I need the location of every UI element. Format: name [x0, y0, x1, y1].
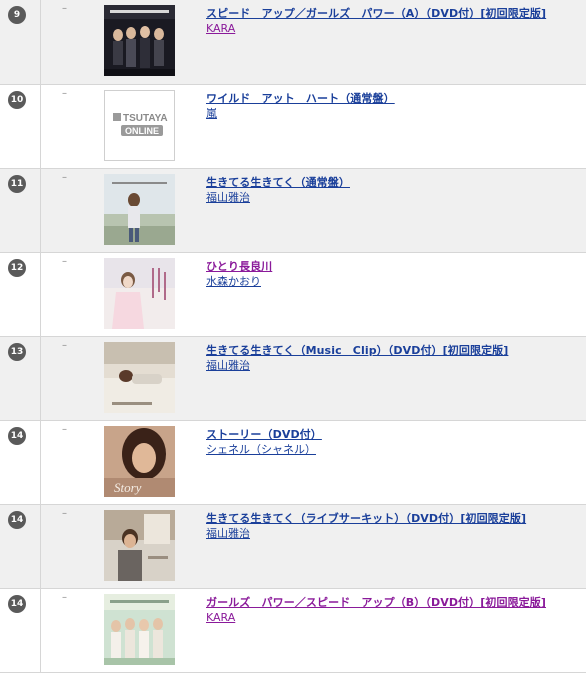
cover-chenelle-image[interactable]: Story: [104, 426, 175, 497]
item-info: ストーリー（DVD付） シェネル（シャネル）: [206, 428, 582, 456]
item-info: ワイルド アット ハート（通常盤） 嵐: [206, 92, 582, 120]
rank-change-indicator: –: [62, 508, 67, 519]
ranking-row: 11 – 生きてる生きてく（通常盤） 福山雅治: [0, 169, 586, 253]
cover-mizumori-image[interactable]: [104, 258, 175, 329]
item-title-link[interactable]: ガールズ パワー／スピード アップ（B）（DVD付）[初回限定版]: [206, 596, 582, 609]
item-info: 生きてる生きてく（ライブサーキット）（DVD付）[初回限定版] 福山雅治: [206, 512, 582, 540]
artist-link[interactable]: 嵐: [206, 107, 582, 120]
ranking-row: 9 – スピード アップ／ガールズ パワー（A）（DVD付）[初回限定版] KA…: [0, 0, 586, 85]
rank-column: 14: [0, 589, 41, 672]
rank-change-indicator: –: [62, 592, 67, 603]
ranking-row: 12 – ひとり長良川 水森かおり: [0, 253, 586, 337]
rank-badge: 14: [8, 427, 26, 445]
rank-badge: 9: [8, 6, 26, 24]
rank-badge: 11: [8, 175, 26, 193]
artist-link[interactable]: 福山雅治: [206, 359, 582, 372]
item-title-link[interactable]: スピード アップ／ガールズ パワー（A）（DVD付）[初回限定版]: [206, 7, 582, 20]
item-info: 生きてる生きてく（通常盤） 福山雅治: [206, 176, 582, 204]
cover-kara-a-image[interactable]: [104, 5, 175, 76]
item-title-link[interactable]: 生きてる生きてく（通常盤）: [206, 176, 582, 189]
placeholder-brand-text: TSUTAYA: [123, 113, 168, 124]
item-info: ガールズ パワー／スピード アップ（B）（DVD付）[初回限定版] KARA: [206, 596, 582, 624]
item-title-link[interactable]: 生きてる生きてく（ライブサーキット）（DVD付）[初回限定版]: [206, 512, 582, 525]
ranking-row: 14 – Story ストーリー（DVD付） シェネル（シャネル）: [0, 421, 586, 505]
artist-link[interactable]: KARA: [206, 611, 582, 624]
item-title-link[interactable]: ワイルド アット ハート（通常盤）: [206, 92, 582, 105]
artist-link[interactable]: 福山雅治: [206, 527, 582, 540]
cover-fukuyama-musicclip-image[interactable]: [104, 342, 175, 413]
ranking-row: 13 – 生きてる生きてく（Music Clip）（DVD付）[初回限定版] 福…: [0, 337, 586, 421]
item-title-link[interactable]: 生きてる生きてく（Music Clip）（DVD付）[初回限定版]: [206, 344, 582, 357]
artist-link[interactable]: KARA: [206, 22, 582, 35]
ranking-list: 9 – スピード アップ／ガールズ パワー（A）（DVD付）[初回限定版] KA…: [0, 0, 586, 673]
item-title-link[interactable]: ひとり長良川: [206, 260, 582, 273]
rank-change-indicator: –: [62, 256, 67, 267]
item-info: スピード アップ／ガールズ パワー（A）（DVD付）[初回限定版] KARA: [206, 7, 582, 35]
rank-badge: 14: [8, 511, 26, 529]
rank-column: 13: [0, 337, 41, 420]
artist-link[interactable]: 水森かおり: [206, 275, 582, 288]
item-info: 生きてる生きてく（Music Clip）（DVD付）[初回限定版] 福山雅治: [206, 344, 582, 372]
rank-column: 14: [0, 505, 41, 588]
ranking-row: 14 – ガールズ パワー／スピード アップ（B）（DVD付）[初回限定版] K…: [0, 589, 586, 673]
rank-column: 14: [0, 421, 41, 504]
placeholder-sub-text: ONLINE: [125, 126, 159, 136]
rank-change-indicator: –: [62, 424, 67, 435]
cover-title-text: Story: [114, 480, 142, 495]
artist-link[interactable]: 福山雅治: [206, 191, 582, 204]
item-info: ひとり長良川 水森かおり: [206, 260, 582, 288]
rank-column: 9: [0, 0, 41, 84]
rank-change-indicator: –: [62, 340, 67, 351]
cover-fukuyama-regular-image[interactable]: [104, 174, 175, 245]
cover-kara-b-image[interactable]: [104, 594, 175, 665]
rank-column: 10: [0, 85, 41, 168]
rank-badge: 10: [8, 91, 26, 109]
artist-link[interactable]: シェネル（シャネル）: [206, 443, 582, 456]
cover-fukuyama-live-image[interactable]: [104, 510, 175, 581]
rank-badge: 12: [8, 259, 26, 277]
rank-change-indicator: –: [62, 88, 67, 99]
ranking-row: 14 – 生きてる生きてく（ライブサーキット）（DVD付）[初回限定版] 福山雅…: [0, 505, 586, 589]
ranking-row: 10 – TSUTAYA ONLINE ワイルド アット ハート（通常盤） 嵐: [0, 85, 586, 169]
tsutaya-online-placeholder-image[interactable]: TSUTAYA ONLINE: [104, 90, 175, 161]
rank-change-indicator: –: [62, 3, 67, 14]
rank-badge: 13: [8, 343, 26, 361]
rank-change-indicator: –: [62, 172, 67, 183]
rank-column: 12: [0, 253, 41, 336]
rank-column: 11: [0, 169, 41, 252]
item-title-link[interactable]: ストーリー（DVD付）: [206, 428, 582, 441]
rank-badge: 14: [8, 595, 26, 613]
